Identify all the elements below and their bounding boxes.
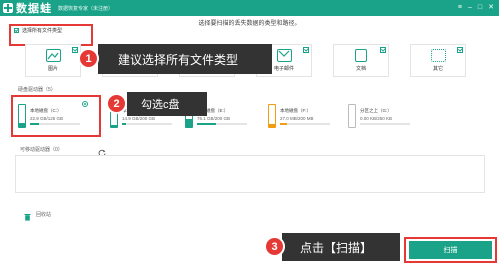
drive-size: 0.00 KB/250 KB <box>360 116 393 121</box>
app-window: 数据蛙 数据恢复专家（未注册） ≡ – □ ✕ 选择要扫描的丢失数据的类型和路径… <box>0 0 499 265</box>
menu-icon[interactable]: ≡ <box>458 0 462 16</box>
drive-f[interactable]: 本地磁盘（F:） 27.0 MB/200 MB <box>268 99 334 133</box>
maximize-icon[interactable]: □ <box>478 0 482 16</box>
plus-logo-icon <box>3 3 13 13</box>
select-all-checkbox[interactable]: 选择所有文件类型 <box>14 27 62 34</box>
drive-usage-bar <box>122 123 172 125</box>
drive-usage-bar <box>280 123 330 125</box>
minimize-icon[interactable]: – <box>468 0 472 16</box>
drive-name: 本地磁盘（C:） <box>30 108 62 113</box>
drive-usage-bar <box>30 123 80 125</box>
removable-drives-panel <box>15 155 485 193</box>
callout-number-2: 2 <box>106 93 127 114</box>
drive-usage-bar <box>197 123 247 125</box>
checkbox-icon <box>380 47 386 53</box>
document-icon <box>355 49 367 62</box>
hard-drives-label: 硬盘驱动器（5） <box>18 87 56 93</box>
file-type-other[interactable]: 其它 <box>410 44 466 77</box>
email-icon <box>276 49 292 62</box>
checkbox-icon <box>457 47 463 53</box>
window-controls: ≡ – □ ✕ <box>458 0 499 16</box>
callout-text: 勾选c盘 <box>141 99 180 111</box>
drive-c[interactable]: 本地磁盘（C:） 22.9 GB/125 GB <box>18 99 84 133</box>
file-type-label: 电子邮件 <box>273 66 294 72</box>
title-bar: 数据蛙 数据恢复专家（未注册） ≡ – □ ✕ <box>0 0 499 16</box>
checkbox-icon <box>72 47 78 53</box>
drive-name: 分区之上（G:） <box>360 108 392 113</box>
file-type-label: 图片 <box>47 66 58 72</box>
drive-size: 22.9 GB/125 GB <box>30 116 64 121</box>
checkbox-icon <box>303 47 309 53</box>
callout-1: 建议选择所有文件类型 <box>98 44 272 74</box>
other-icon <box>430 49 446 62</box>
file-type-label: 其它 <box>432 66 443 72</box>
file-type-document[interactable]: 文档 <box>333 44 389 77</box>
drive-size: 14.9 GB/200 GB <box>122 116 156 121</box>
trash-icon[interactable] <box>24 208 31 221</box>
select-all-label: 选择所有文件类型 <box>22 28 63 34</box>
drive-icon <box>18 104 26 128</box>
callout-text: 点击【扫描】 <box>300 240 373 255</box>
close-icon[interactable]: ✕ <box>488 0 494 16</box>
checkbox-icon <box>14 28 19 33</box>
file-type-image[interactable]: 图片 <box>25 44 81 77</box>
app-subtitle: 数据恢复专家（未注册） <box>58 5 114 12</box>
image-icon <box>45 49 61 62</box>
scan-button[interactable]: 扫描 <box>409 241 492 259</box>
callout-number-3: 3 <box>264 236 285 257</box>
callout-number-1: 1 <box>78 48 99 69</box>
callout-2: 勾选c盘 <box>127 92 207 116</box>
app-name: 数据蛙 <box>16 3 52 15</box>
file-type-label: 文档 <box>355 66 366 72</box>
usb-drive-icon <box>268 104 276 128</box>
removable-drives-label: 可移动驱动器（0） <box>20 147 63 153</box>
callout-text: 建议选择所有文件类型 <box>118 52 239 67</box>
recycle-bin-label[interactable]: 回收站 <box>36 211 51 218</box>
refresh-icon[interactable] <box>98 144 106 157</box>
drive-usage-bar <box>360 123 410 125</box>
drive-name: 本地磁盘（F:） <box>280 108 311 113</box>
callout-3: 点击【扫描】 <box>282 233 400 261</box>
drive-size: 27.0 MB/200 MB <box>280 116 314 121</box>
app-logo: 数据蛙 数据恢复专家（未注册） <box>0 0 113 16</box>
drive-c-radio[interactable] <box>82 101 88 107</box>
drive-icon <box>348 104 356 128</box>
drive-size: 76.1 GB/200 GB <box>197 116 231 121</box>
drive-g[interactable]: 分区之上（G:） 0.00 KB/250 KB <box>348 99 414 133</box>
